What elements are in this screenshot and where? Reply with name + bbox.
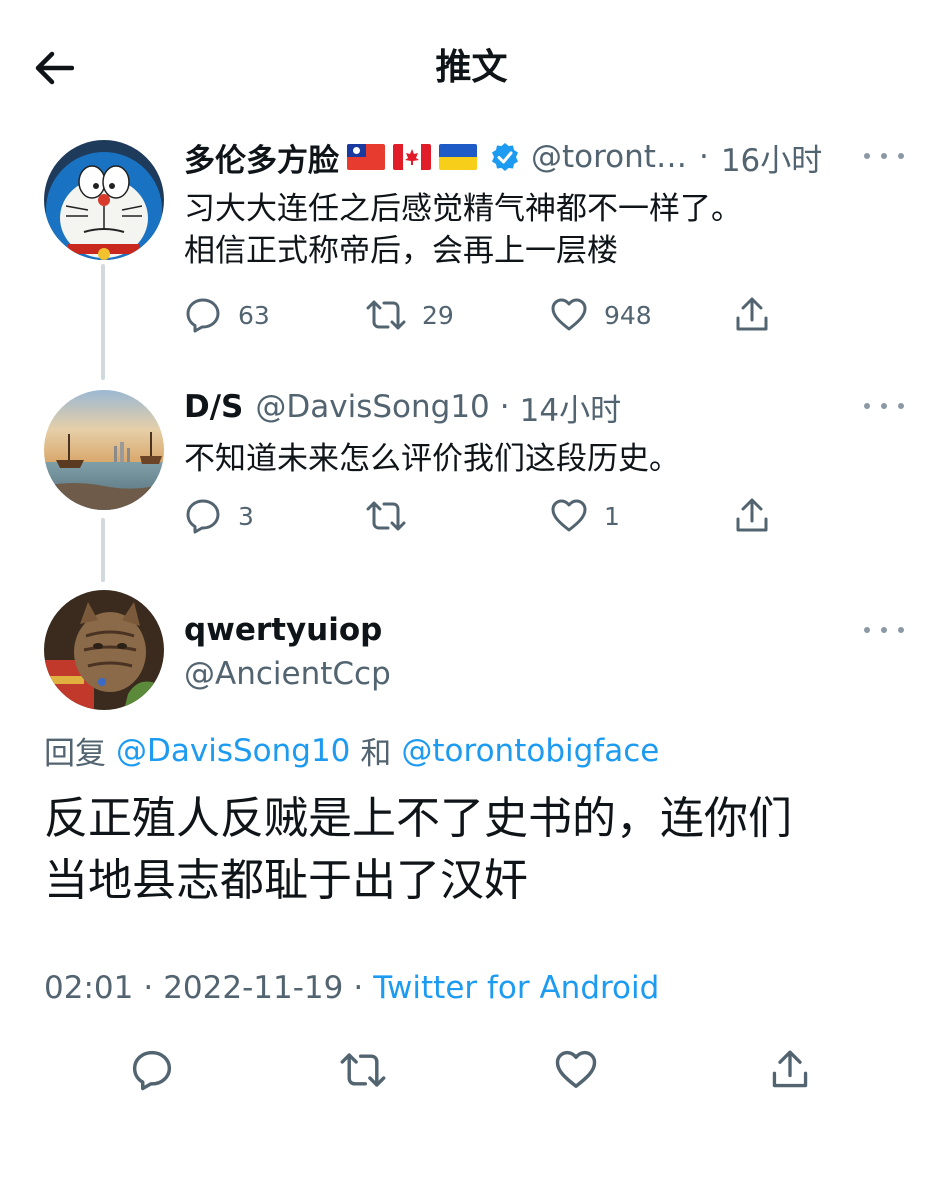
tweet-text-line: 不知道未来怎么评价我们这段历史。 — [184, 441, 680, 477]
canada-flag-icon — [393, 144, 431, 170]
main-display-name[interactable]: qwertyuiop — [184, 612, 382, 648]
tweet-text-line: 相信正式称帝后，会再上一层楼 — [184, 233, 618, 269]
dot — [881, 627, 887, 633]
thread-line — [101, 518, 105, 582]
retweet-button[interactable] — [366, 497, 422, 535]
more-options-button[interactable] — [864, 146, 904, 166]
avatar-doraemon[interactable] — [44, 140, 164, 260]
reply-button[interactable]: 3 — [184, 497, 254, 535]
heart-icon — [551, 298, 587, 331]
replying-to-and: 和 — [360, 736, 392, 772]
separator: · — [698, 139, 709, 175]
retweet-button[interactable]: 29 — [366, 296, 454, 334]
more-options-button[interactable] — [864, 396, 904, 416]
tweet-date[interactable]: 2022-11-19 — [163, 970, 343, 1006]
reply-icon — [186, 499, 220, 534]
dot — [881, 153, 887, 159]
dot — [898, 403, 904, 409]
separator: · — [499, 389, 510, 425]
handle[interactable]: @toront… — [531, 139, 687, 175]
harbor-avatar-image — [44, 390, 164, 510]
share-icon — [772, 1050, 808, 1088]
reply-count: 3 — [238, 501, 254, 531]
dot — [881, 403, 887, 409]
separator: · — [353, 970, 364, 1006]
main-reply-button[interactable] — [130, 1048, 174, 1096]
reply-icon — [186, 298, 220, 333]
reply-mention-link[interactable]: @torontobigface — [401, 733, 659, 769]
dot — [864, 153, 870, 159]
ukraine-flag-icon — [439, 144, 477, 170]
avatar-harbor[interactable] — [44, 390, 164, 510]
reply-mention-link[interactable]: @DavisSong10 — [116, 733, 350, 769]
main-tweet-text: 反正殖人反贼是上不了史书的，连你们 当地县志都耻于出了汉奸 — [44, 788, 792, 912]
tweet-2-text: 不知道未来怎么评价我们这段历史。 — [184, 438, 680, 480]
thread-line — [101, 264, 105, 380]
taiwan-flag-icon — [347, 144, 385, 170]
tweet-text-line: 习大大连任之后感觉精气神都不一样了。 — [184, 191, 742, 227]
retweet-count: 29 — [422, 300, 454, 330]
display-name[interactable]: D/S — [184, 389, 243, 425]
share-button[interactable] — [734, 497, 770, 539]
retweet-icon — [366, 501, 406, 531]
heart-icon — [555, 1050, 597, 1088]
reply-button[interactable]: 63 — [184, 296, 270, 334]
main-like-button[interactable] — [554, 1048, 598, 1096]
dot — [898, 153, 904, 159]
tweet-2-header: D/S @DavisSong10 · 14小时 — [184, 384, 621, 430]
share-icon — [736, 498, 768, 532]
tweet-1-header: 多伦多方脸 @toront… · 16小时 — [184, 134, 822, 180]
like-button[interactable]: 948 — [550, 296, 652, 334]
handle[interactable]: @DavisSong10 — [255, 389, 489, 425]
timestamp[interactable]: 16小时 — [721, 135, 822, 180]
reply-count: 63 — [238, 300, 270, 330]
reply-icon — [132, 1050, 172, 1091]
separator: · — [143, 970, 154, 1006]
tweet-text-line: 当地县志都耻于出了汉奸 — [44, 855, 528, 906]
page-title: 推文 — [435, 47, 508, 88]
retweet-icon — [366, 300, 406, 330]
dot — [898, 627, 904, 633]
timestamp[interactable]: 14小时 — [520, 385, 621, 430]
heart-icon — [551, 499, 587, 532]
replying-to-label: 回复 — [44, 736, 106, 772]
like-count: 1 — [604, 501, 620, 531]
doraemon-avatar-image — [44, 140, 164, 260]
retweet-icon — [340, 1053, 386, 1087]
tweet-text-line: 反正殖人反贼是上不了史书的，连你们 — [44, 793, 792, 844]
more-options-button[interactable] — [864, 620, 904, 640]
main-handle[interactable]: @AncientCcp — [184, 656, 391, 692]
dot — [864, 403, 870, 409]
tweet-source-link[interactable]: Twitter for Android — [373, 970, 659, 1006]
main-retweet-button[interactable] — [340, 1048, 386, 1096]
avatar-cat[interactable] — [44, 590, 164, 710]
verified-badge-icon — [489, 141, 521, 173]
dot — [864, 627, 870, 633]
like-count: 948 — [604, 300, 652, 330]
tweet-time[interactable]: 02:01 — [44, 970, 133, 1006]
display-name[interactable]: 多伦多方脸 — [184, 135, 339, 180]
share-icon — [736, 297, 768, 331]
tweet-1-text: 习大大连任之后感觉精气神都不一样了。 相信正式称帝后，会再上一层楼 — [184, 188, 742, 272]
tweet-meta: 02:01 · 2022-11-19 · Twitter for Android — [44, 970, 659, 1006]
replying-to: 回复 @DavisSong10 和 @torontobigface — [44, 728, 659, 773]
share-button[interactable] — [734, 296, 770, 338]
main-share-button[interactable] — [770, 1048, 810, 1096]
cat-avatar-image — [44, 590, 164, 710]
like-button[interactable]: 1 — [550, 497, 620, 535]
